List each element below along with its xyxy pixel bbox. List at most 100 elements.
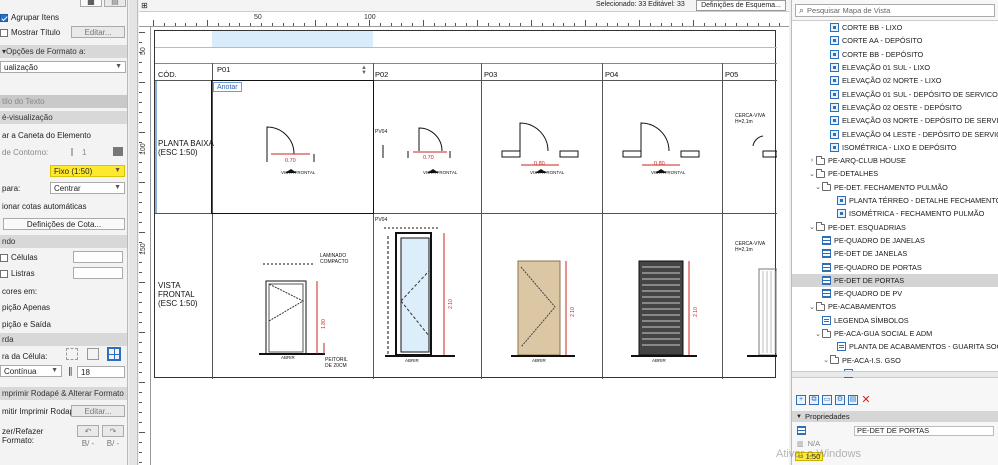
tree-item[interactable]: ELEVAÇÃO 02 OESTE - DEPÓSITO <box>792 101 998 114</box>
tree-item-label: CORTE AA - DEPÓSITO <box>842 36 923 46</box>
format-select[interactable]: ualização ▼ <box>0 61 126 73</box>
ruler-tick <box>139 132 145 133</box>
cells-color-box[interactable] <box>73 251 123 263</box>
property-name-field[interactable]: PE-DET DE PORTAS <box>854 425 994 436</box>
list-view-icon[interactable]: ▤ <box>104 0 126 7</box>
tree-item-label: ISOMÉTRICA - LIXO E DEPÓSITO <box>842 142 957 152</box>
expand-arrow-icon[interactable]: ⌄ <box>808 170 816 178</box>
auto-dims-row[interactable]: ionar cotas automáticas <box>0 200 127 213</box>
tree-item[interactable]: PE-QUADRO DE JANELAS <box>792 234 998 247</box>
tree-item[interactable]: ELEVAÇÃO 03 NORTE - DEPÓSITO DE SERVICO <box>792 114 998 127</box>
redo-button[interactable]: ↷ <box>102 425 124 437</box>
panel-scrollbar[interactable] <box>129 0 138 465</box>
line-weight-field[interactable]: 18 <box>77 366 125 378</box>
tree-item[interactable]: ELEVAÇÃO 01 SUL - LIXO <box>792 61 998 74</box>
expand-arrow-icon[interactable]: ⌄ <box>808 303 816 311</box>
clone-view-icon[interactable]: ⧉ <box>809 395 819 405</box>
fill-header[interactable]: ndo <box>0 235 127 248</box>
contour-value: 1 <box>82 148 87 157</box>
pen-icon: ∥ <box>68 366 73 376</box>
edit-footer-button[interactable]: Editar... <box>71 405 125 417</box>
tree-item[interactable]: ELEVAÇÃO 01 SUL - DEPÓSITO DE SERVICO <box>792 88 998 101</box>
footer-header[interactable]: mprimir Rodapé & Alterar Formato <box>0 387 127 400</box>
view-map-search[interactable]: ⌕ Pesquisar Mapa de Vista <box>795 4 995 17</box>
search-input[interactable]: Pesquisar Mapa de Vista <box>807 6 890 15</box>
tree-item-label: PE-DET DE PORTAS <box>834 275 905 285</box>
show-title-checkbox[interactable] <box>0 28 8 37</box>
stripes-color-box[interactable] <box>73 267 123 279</box>
tree-item[interactable]: ISOMÉTRICA - FECHAMENTO PULMÃO <box>792 207 998 220</box>
navigator-icon[interactable]: ⊞ <box>141 1 148 10</box>
pen-color-swatch[interactable] <box>113 147 123 156</box>
element-pen-row[interactable]: ar a Caneta do Elemento <box>0 129 127 142</box>
cells-checkbox[interactable] <box>0 253 8 262</box>
settings-icon[interactable]: ⚙ <box>835 395 845 405</box>
format-options-header[interactable]: ▾ Opções de Formato a: <box>0 45 127 58</box>
tree-item[interactable]: ⌄ PE-ACABAMENTOS <box>792 300 998 313</box>
bold-italic-redo[interactable]: B/ - <box>102 437 124 449</box>
ruler-tick <box>139 202 142 203</box>
line-type-select[interactable]: Contínua ▼ <box>0 365 62 377</box>
ruler-tick <box>693 20 694 26</box>
scale-select[interactable]: Fixo (1:50) ▼ <box>50 165 125 177</box>
ruler-tick <box>358 23 360 26</box>
grid-view-icon[interactable]: ▦ <box>80 0 102 7</box>
border-all-icon[interactable] <box>107 347 121 361</box>
tree-hscrollbar[interactable] <box>792 371 998 377</box>
stripes-checkbox[interactable] <box>0 269 8 278</box>
tree-item[interactable]: ⌄ PE-DET. ESQUADRIAS <box>792 221 998 234</box>
print-only-row[interactable]: pição Apenas <box>0 301 127 314</box>
layout-icon[interactable]: ▤ <box>848 395 858 405</box>
expand-arrow-icon[interactable]: › <box>808 157 816 164</box>
edit-title-button[interactable]: Editar... <box>71 26 125 38</box>
ruler-tick <box>779 23 781 26</box>
tree-item[interactable]: ISOMÉTRICA - LIXO E DEPÓSITO <box>792 141 998 154</box>
tree-item[interactable]: PE-DET DE PORTAS <box>792 273 998 287</box>
expand-arrow-icon[interactable]: ⌄ <box>814 330 822 338</box>
preview-header[interactable]: é-visualização <box>0 111 127 124</box>
tree-item[interactable]: CORTE BB - DEPÓSITO <box>792 48 998 61</box>
bold-italic-undo[interactable]: B/ - <box>77 437 99 449</box>
new-folder-icon[interactable]: ▭ <box>822 395 832 405</box>
tree-item[interactable]: ⌄ PE-ACA-GUA SOCIAL E ADM <box>792 327 998 340</box>
tree-item[interactable]: ⌄ PE-DET. FECHAMENTO PULMÃO <box>792 181 998 194</box>
dimension-definitions-button[interactable]: Definições de Cota... <box>3 218 125 230</box>
expand-arrow-icon[interactable]: ⌄ <box>822 356 830 364</box>
tree-item[interactable]: PLANTA TÉRREO - DETALHE FECHAMENTO PULMÃ… <box>792 194 998 207</box>
ruler-tick <box>509 23 511 26</box>
border-outer-icon[interactable] <box>87 348 99 360</box>
tree-item[interactable]: ⌄ PE-DETALHES <box>792 167 998 180</box>
tree-item[interactable]: CORTE AA - DEPÓSITO <box>792 34 998 47</box>
tree-item[interactable]: CORTE BB - LIXO <box>792 21 998 34</box>
tree-item[interactable]: LEGENDA SÍMBOLOS <box>792 314 998 327</box>
expand-arrow-icon[interactable]: ⌄ <box>808 223 816 231</box>
new-view-icon[interactable]: + <box>796 395 806 405</box>
text-style-header[interactable]: tilo do Texto <box>0 95 127 108</box>
tree-item[interactable]: PE-DET DE JANELAS <box>792 247 998 260</box>
group-items-row[interactable]: Agrupar Itens <box>0 11 127 24</box>
border-inner-icon[interactable] <box>66 348 78 360</box>
ruler-tick <box>139 432 145 433</box>
align-select[interactable]: Centrar ▼ <box>50 182 125 194</box>
ruler-tick <box>595 23 597 26</box>
undo-button[interactable]: ↶ <box>77 425 99 437</box>
ruler-tick <box>498 23 500 26</box>
colors-in-row: cores em: <box>0 285 127 298</box>
tree-item[interactable]: PE-QUADRO DE PORTAS <box>792 260 998 273</box>
ruler-tick <box>139 342 142 343</box>
print-output-row[interactable]: pição e Saída <box>0 318 127 331</box>
tree-item[interactable]: PLANTA DE ACABAMENTOS - GUARITA SOCIAL E… <box>792 340 998 353</box>
group-items-checkbox[interactable] <box>0 13 8 22</box>
tree-item[interactable]: ELEVAÇÃO 04 LESTE - DEPÓSITO DE SERVICO <box>792 127 998 140</box>
border-header[interactable]: rda <box>0 333 127 346</box>
schedule-definitions-button[interactable]: Definições de Esquema... <box>696 0 786 11</box>
schedule-canvas[interactable]: ⊞ Selecionado: 33 Editável: 33 Definiçõe… <box>139 0 789 465</box>
tree-item[interactable]: › PE-ARQ-CLUB HOUSE <box>792 154 998 167</box>
expand-arrow-icon[interactable]: ⌄ <box>814 183 822 191</box>
delete-icon[interactable]: ✕ <box>861 395 871 406</box>
tree-item[interactable]: PE-QUADRO DE PV <box>792 287 998 300</box>
tree-item[interactable]: ⌄ PE-ACA-I.S. GSO <box>792 354 998 367</box>
tree-item[interactable]: ELEVAÇÃO 02 NORTE - LIXO <box>792 74 998 87</box>
view-map-tree[interactable]: CORTE BB - LIXO CORTE AA - DEPÓSITO CORTE … <box>792 20 998 378</box>
properties-header[interactable]: ▼ Propriedades <box>792 411 998 422</box>
